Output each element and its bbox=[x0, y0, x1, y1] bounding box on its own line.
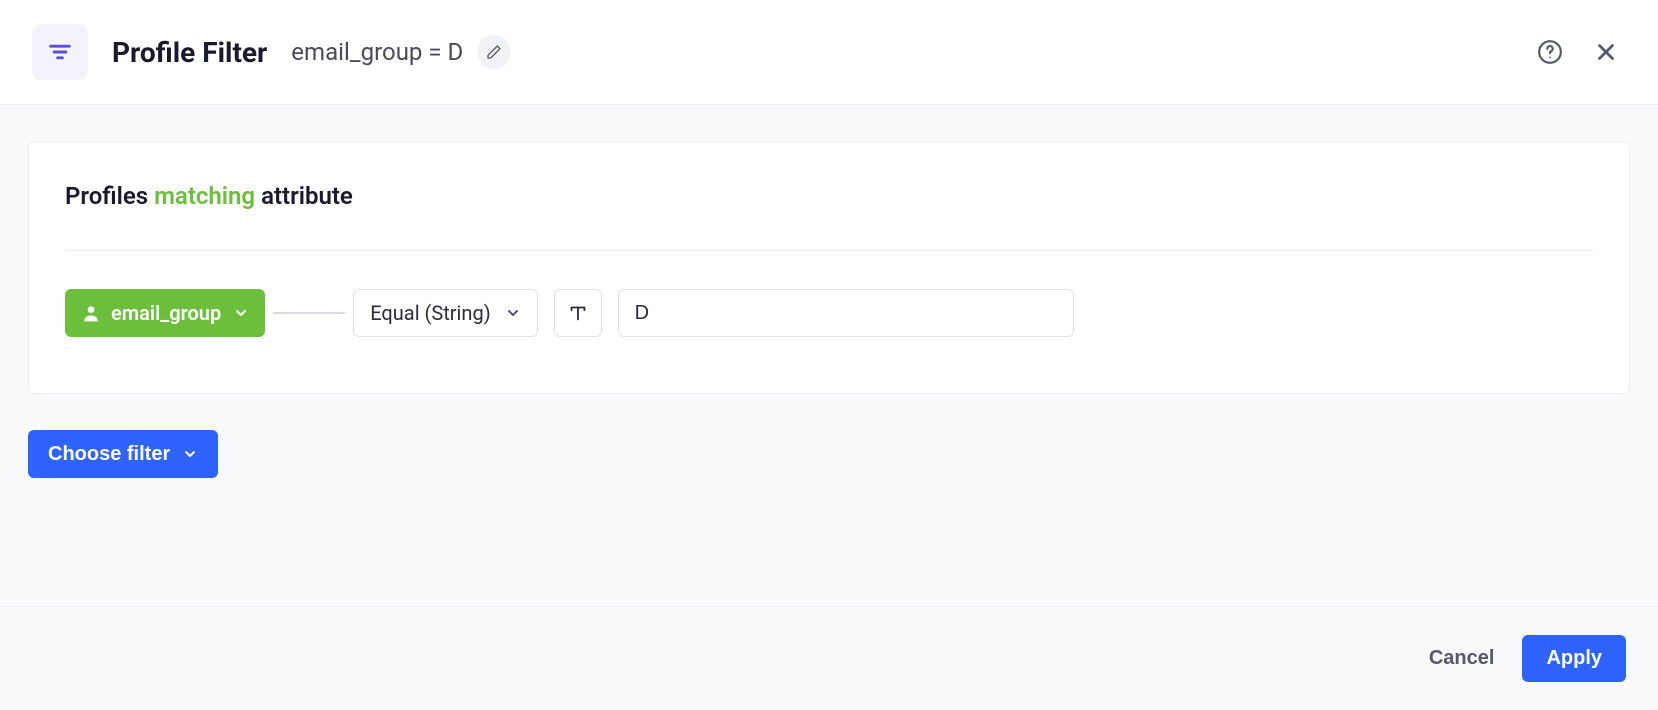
chevron-down-icon bbox=[182, 446, 198, 462]
chevron-down-icon bbox=[233, 305, 249, 321]
filter-icon-box bbox=[32, 24, 88, 80]
person-icon bbox=[81, 303, 101, 323]
chevron-down-icon bbox=[505, 305, 521, 321]
operand-type-button[interactable] bbox=[554, 289, 602, 337]
footer-bar: Cancel Apply bbox=[0, 606, 1658, 710]
choose-filter-button[interactable]: Choose filter bbox=[28, 430, 218, 478]
text-type-icon bbox=[567, 302, 589, 324]
pencil-icon bbox=[486, 44, 502, 60]
close-button[interactable] bbox=[1586, 32, 1626, 72]
filter-row: email_group Equal (String) bbox=[65, 289, 1593, 337]
body-area: Profiles matching attribute email_group … bbox=[0, 105, 1658, 478]
help-button[interactable] bbox=[1530, 32, 1570, 72]
filter-heading: Profiles matching attribute bbox=[65, 182, 1593, 251]
value-input[interactable] bbox=[618, 289, 1074, 337]
filter-icon bbox=[46, 38, 74, 66]
header-bar: Profile Filter email_group = D bbox=[0, 0, 1658, 105]
apply-button[interactable]: Apply bbox=[1522, 635, 1626, 682]
connector-line bbox=[273, 312, 345, 314]
heading-match: matching bbox=[154, 182, 255, 210]
filter-summary: email_group = D bbox=[291, 38, 463, 66]
attribute-chip-label: email_group bbox=[111, 301, 221, 325]
close-icon bbox=[1593, 39, 1619, 65]
edit-title-button[interactable] bbox=[477, 35, 511, 69]
page-title: Profile Filter bbox=[112, 36, 267, 69]
operator-select[interactable]: Equal (String) bbox=[353, 289, 537, 337]
choose-filter-label: Choose filter bbox=[48, 443, 170, 466]
filter-card: Profiles matching attribute email_group … bbox=[28, 141, 1630, 394]
operator-label: Equal (String) bbox=[370, 301, 490, 325]
attribute-chip[interactable]: email_group bbox=[65, 289, 265, 337]
cancel-button[interactable]: Cancel bbox=[1429, 647, 1495, 670]
heading-prefix: Profiles bbox=[65, 182, 148, 210]
help-icon bbox=[1537, 39, 1563, 65]
heading-suffix: attribute bbox=[261, 182, 353, 210]
